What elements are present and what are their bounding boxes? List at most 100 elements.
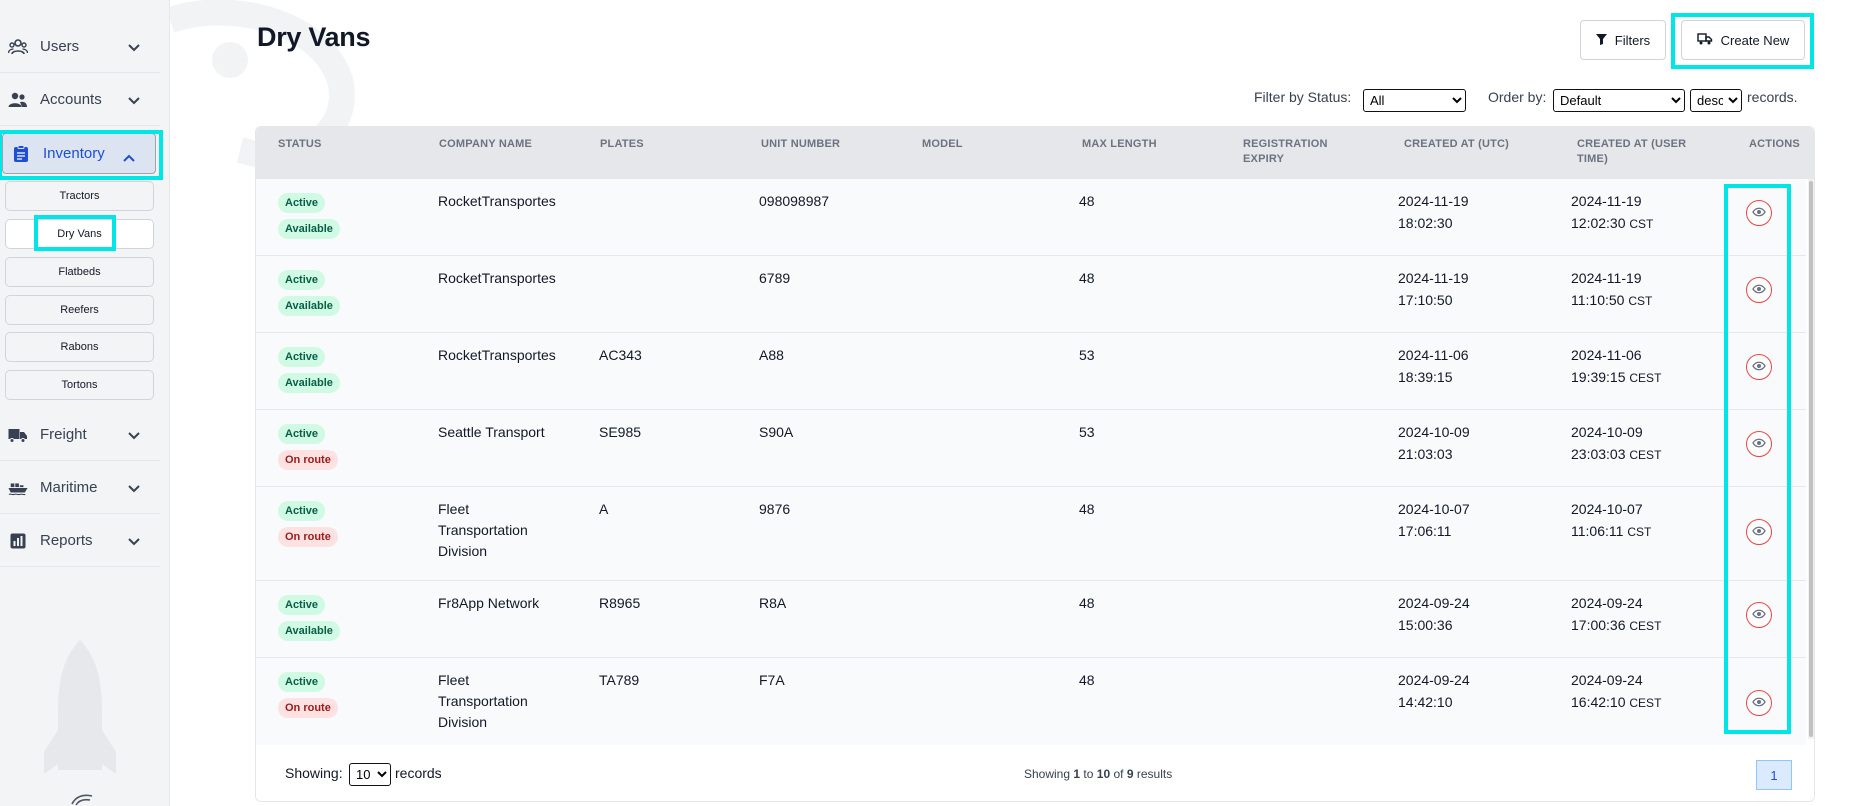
summary-total: 9: [1126, 767, 1134, 781]
filters-button[interactable]: Filters: [1580, 20, 1666, 60]
max-length-cell: 48: [1079, 501, 1095, 517]
unit-number-cell: R8A: [759, 595, 787, 611]
plates-cell: AC343: [599, 347, 642, 363]
sidebar-item-reports[interactable]: Reports: [0, 515, 160, 567]
column-header-registration-expiry: Registration Expiry: [1243, 138, 1328, 165]
unit-number-cell: S90A: [759, 424, 794, 440]
created-user-date: 2024-09-24: [1571, 672, 1643, 688]
table-scrollbar-thumb[interactable]: [1809, 181, 1813, 737]
availability-badge: Available: [278, 373, 340, 393]
company-name-cell: RocketTransportes: [438, 193, 556, 209]
rocket-watermark-icon: [40, 640, 120, 806]
company-name-cell: Fr8App Network: [438, 595, 540, 611]
created-user-time-group: 23:03:03 CEST: [1571, 444, 1661, 466]
max-length-cell: 53: [1079, 347, 1095, 363]
view-button[interactable]: [1746, 431, 1772, 457]
availability-badge: On route: [278, 698, 338, 718]
status-badge: Active: [278, 595, 326, 615]
created-user-time: 23:03:03: [1571, 446, 1626, 462]
filters-button-label: Filters: [1614, 32, 1651, 48]
created-user-time: 17:00:36: [1571, 617, 1626, 633]
column-header-max-length: Max Length: [1082, 138, 1157, 150]
created-user-date: 2024-09-24: [1571, 595, 1643, 611]
create-new-button[interactable]: Create New: [1681, 20, 1805, 60]
view-button[interactable]: [1746, 354, 1772, 380]
plates-cell: TA789: [599, 672, 640, 688]
records-suffix-label: records.: [1747, 89, 1798, 105]
table-header: Status Company Name Plates Unit Number M…: [256, 127, 1814, 179]
max-length-cell: 48: [1079, 595, 1095, 611]
page-size-select[interactable]: 10: [349, 763, 391, 786]
sidebar-item-users[interactable]: Users: [0, 21, 160, 73]
created-user-time: 11:10:50: [1571, 292, 1625, 308]
max-length-cell: 53: [1079, 424, 1095, 440]
column-header-status: Status: [278, 138, 322, 150]
created-utc-date: 2024-09-24: [1398, 672, 1470, 688]
sidebar-subitem-dry-vans[interactable]: Dry Vans: [5, 219, 154, 249]
eye-icon: [1752, 281, 1766, 299]
company-name-cell: Fleet Transportation Division: [438, 672, 528, 730]
created-utc-time: 17:06:11: [1398, 523, 1452, 539]
created-utc-date: 2024-11-06: [1398, 347, 1469, 363]
availability-badge: Available: [278, 296, 340, 316]
view-button[interactable]: [1746, 519, 1772, 545]
created-user-time-group: 11:10:50 CST: [1571, 290, 1652, 312]
filter-icon: [1595, 33, 1607, 48]
created-utc-time: 14:42:10: [1398, 694, 1453, 710]
table-row: Active Available RocketTransportes 09809…: [256, 179, 1806, 256]
timezone-label: CEST: [1629, 448, 1662, 462]
status-badge: Active: [278, 424, 326, 444]
table-row: Active On route Fleet Transportation Div…: [256, 658, 1806, 748]
max-length-cell: 48: [1079, 193, 1095, 209]
created-utc-time: 18:39:15: [1398, 369, 1453, 385]
created-user-time: 16:42:10: [1571, 694, 1626, 710]
status-badge: Active: [278, 193, 326, 213]
view-button[interactable]: [1746, 690, 1772, 716]
view-button[interactable]: [1746, 200, 1772, 226]
view-button[interactable]: [1746, 277, 1772, 303]
unit-number-cell: 9876: [759, 501, 791, 517]
sidebar-subitem-rabons[interactable]: Rabons: [5, 332, 154, 362]
timezone-label: CEST: [1629, 371, 1662, 385]
plates-cell: SE985: [599, 424, 642, 440]
sidebar-item-accounts[interactable]: Accounts: [0, 74, 160, 126]
status-filter-select[interactable]: All: [1363, 89, 1466, 112]
view-button[interactable]: [1746, 602, 1772, 628]
sidebar-subitem-reefers[interactable]: Reefers: [5, 295, 154, 325]
truck-icon: [8, 425, 28, 445]
status-badge: Active: [278, 672, 326, 692]
pagination-page-button[interactable]: 1: [1756, 760, 1792, 790]
sidebar-subitem-tortons[interactable]: Tortons: [5, 370, 154, 400]
sidebar-item-maritime[interactable]: Maritime: [0, 462, 160, 514]
created-user-time-group: 11:06:11 CST: [1571, 521, 1651, 543]
order-by-select[interactable]: Default: [1553, 89, 1685, 112]
sidebar-subitem-label: Rabons: [60, 341, 99, 353]
created-utc-date: 2024-10-07: [1398, 501, 1470, 517]
company-name-cell: RocketTransportes: [438, 347, 556, 363]
clipboard-icon: [11, 144, 31, 164]
sidebar-item-label: Reports: [40, 532, 93, 549]
column-header-unit-number: Unit Number: [761, 138, 841, 150]
created-utc-time: 15:00:36: [1398, 617, 1453, 633]
sidebar-subitem-label: Dry Vans: [57, 228, 102, 240]
timezone-label: CEST: [1629, 619, 1662, 633]
column-header-actions: Actions: [1749, 138, 1800, 150]
created-user-time-group: 17:00:36 CEST: [1571, 615, 1661, 637]
chevron-up-icon: [123, 149, 135, 166]
logo-icon: [70, 792, 94, 806]
sidebar-item-inventory[interactable]: Inventory: [2, 133, 156, 174]
created-user-time: 11:06:11: [1571, 523, 1624, 539]
sidebar-item-freight[interactable]: Freight: [0, 409, 160, 461]
column-header-created-at-utc: Created At (UTC): [1404, 138, 1510, 150]
sidebar-subitem-tractors[interactable]: Tractors: [5, 181, 154, 211]
company-name-cell: Seattle Transport: [438, 424, 545, 440]
order-direction-select[interactable]: desc: [1690, 89, 1742, 112]
table-row: Active Available Fr8App Network R8965 R8…: [256, 581, 1806, 658]
created-user-date: 2024-11-19: [1571, 270, 1642, 286]
ship-icon: [8, 478, 28, 498]
sidebar-item-label: Maritime: [40, 479, 98, 496]
column-header-created-at-user-time: Created At (User Time): [1577, 138, 1687, 165]
records-label: records: [395, 765, 442, 781]
sidebar-subitem-label: Tractors: [59, 190, 100, 202]
sidebar-subitem-flatbeds[interactable]: Flatbeds: [5, 257, 154, 287]
